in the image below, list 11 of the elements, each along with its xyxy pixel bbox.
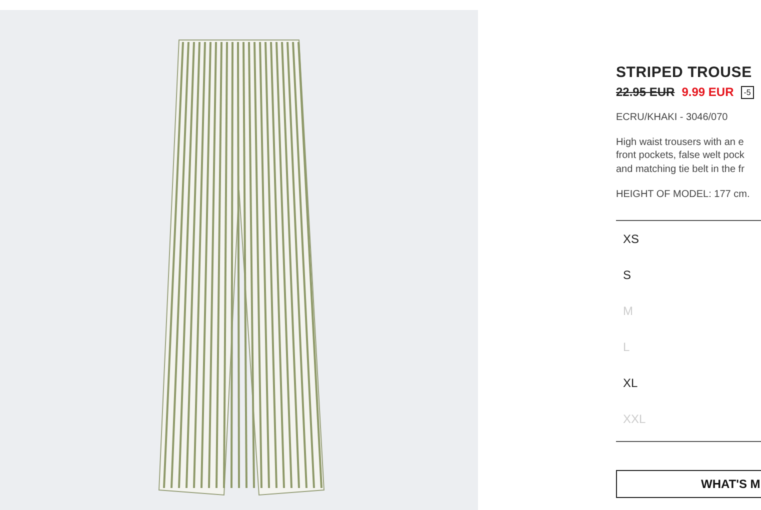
model-height: HEIGHT OF MODEL: 177 cm. <box>616 188 751 202</box>
size-option[interactable]: XL <box>616 370 761 406</box>
product-description: High waist trousers with an e front pockets, false welt pock and matching tie belt in the fr <box>616 136 746 176</box>
size-option[interactable]: S <box>616 262 761 298</box>
whats-my-size-button[interactable]: WHAT'S M <box>616 470 761 498</box>
sale-price: 9.99 EUR <box>682 85 734 99</box>
product-title: STRIPED TROUSE <box>616 64 753 81</box>
old-price: 22.95 EUR <box>616 85 675 99</box>
size-option[interactable]: XS <box>616 226 761 262</box>
discount-badge: -5 <box>740 86 754 98</box>
color-reference: ECRU/KHAKI - 3046/070 <box>616 111 729 124</box>
